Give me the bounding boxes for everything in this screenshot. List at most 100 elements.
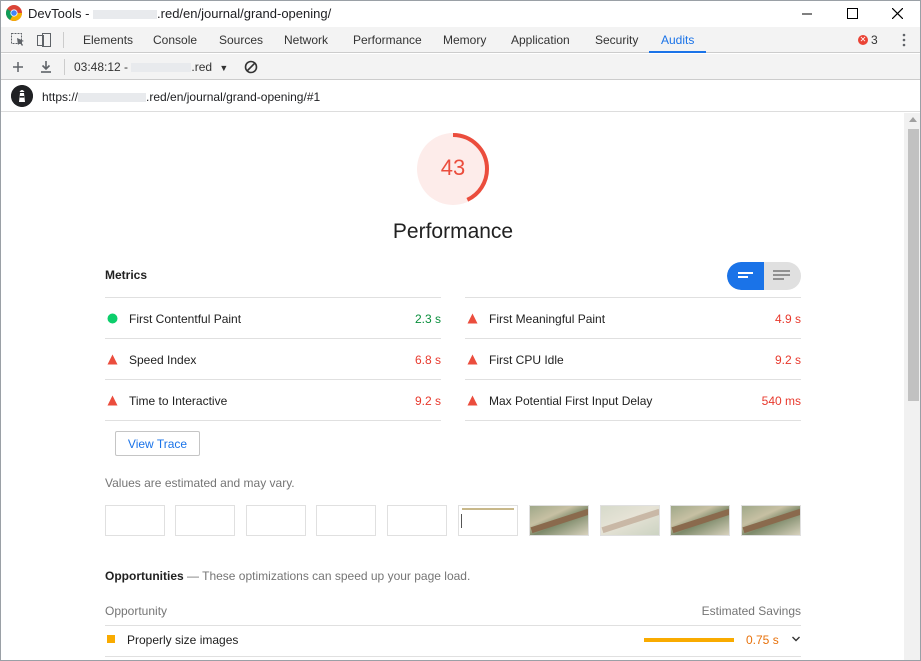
- filmstrip-frame: [105, 505, 165, 536]
- close-icon: [891, 8, 903, 19]
- audit-time-suffix: .red: [191, 60, 213, 74]
- window-title: DevTools - .red/en/journal/grand-opening…: [28, 6, 331, 21]
- filmstrip-frame: [175, 505, 235, 536]
- metric-label: First CPU Idle: [489, 353, 564, 367]
- redacted-host: [78, 93, 147, 103]
- red-triangle-icon: [467, 354, 478, 365]
- url-prefix: https://: [42, 90, 79, 104]
- report-scrollbar[interactable]: [904, 113, 920, 660]
- dropdown-arrow-icon: ▼: [219, 63, 229, 73]
- opportunity-label[interactable]: Properly size images: [127, 633, 238, 647]
- metric-value: 9.2 s: [774, 353, 801, 367]
- metric-label: Time to Interactive: [129, 394, 228, 408]
- metric-value: 2.3 s: [414, 312, 441, 326]
- tab-network[interactable]: Network: [284, 33, 328, 47]
- savings-bar: [644, 638, 734, 642]
- audits-toolbar: 03:48:12 - .red ▼: [1, 54, 920, 80]
- inspect-element-icon[interactable]: [10, 32, 26, 48]
- savings-value: 0.75 s: [746, 633, 779, 647]
- metric-max-potential-fid: Max Potential First Input Delay 540 ms: [465, 379, 801, 420]
- tab-security[interactable]: Security: [595, 33, 638, 47]
- tab-memory[interactable]: Memory: [443, 33, 486, 47]
- opportunities-header: Opportunities — These optimizations can …: [105, 569, 470, 583]
- minimize-button[interactable]: [784, 1, 830, 26]
- filmstrip-frame: [316, 505, 376, 536]
- new-audit-icon[interactable]: [10, 59, 26, 75]
- download-report-icon[interactable]: [38, 59, 54, 75]
- close-window-button[interactable]: [874, 1, 920, 26]
- opportunities-heading: Opportunities: [105, 569, 184, 583]
- toggle-detailed-view[interactable]: [764, 262, 801, 290]
- window-title-suffix: .red/en/journal/grand-opening/: [157, 6, 332, 21]
- tab-performance[interactable]: Performance: [353, 33, 422, 47]
- lighthouse-logo-icon: [11, 85, 33, 107]
- audit-report: 43 Performance Metrics First Contentful …: [1, 113, 904, 660]
- maximize-icon: [846, 8, 858, 19]
- redacted-host: [93, 10, 158, 20]
- opportunities-subtitle: — These optimizations can speed up your …: [183, 569, 471, 583]
- red-triangle-icon: [107, 354, 118, 365]
- scroll-up-icon[interactable]: [909, 117, 917, 122]
- red-triangle-icon: [107, 395, 118, 406]
- tab-sources[interactable]: Sources: [219, 33, 263, 47]
- title-bar: DevTools - .red/en/journal/grand-opening…: [1, 1, 920, 26]
- scrollbar-thumb[interactable]: [908, 129, 919, 401]
- metrics-divider: [105, 420, 441, 421]
- filmstrip-frame: [741, 505, 801, 536]
- metrics-divider: [465, 420, 801, 421]
- error-counter[interactable]: ✕ 3: [858, 33, 878, 47]
- metric-speed-index: Speed Index 6.8 s: [105, 338, 441, 379]
- metric-label: First Contentful Paint: [129, 312, 242, 326]
- redacted-host: [131, 63, 192, 73]
- report-url: https:// .red/en/journal/grand-opening/#1: [42, 90, 320, 104]
- tab-audits[interactable]: Audits: [661, 33, 694, 47]
- report-url-bar: https:// .red/en/journal/grand-opening/#1: [1, 81, 920, 112]
- more-options-icon[interactable]: [902, 33, 906, 47]
- filmstrip-frame: [387, 505, 447, 536]
- category-title: Performance: [392, 220, 514, 243]
- url-suffix: .red/en/journal/grand-opening/#1: [146, 90, 321, 104]
- opportunities-divider: [105, 656, 801, 657]
- filmstrip-frame: [458, 505, 518, 536]
- maximize-button[interactable]: [829, 1, 875, 26]
- audit-time-prefix: 03:48:12 -: [74, 60, 132, 74]
- metric-first-contentful-paint: First Contentful Paint 2.3 s: [105, 297, 441, 338]
- tab-application[interactable]: Application: [511, 33, 570, 47]
- toolbar-divider: [64, 59, 65, 75]
- green-circle-icon: [107, 313, 118, 324]
- minimize-icon: [802, 13, 812, 14]
- audit-report-select[interactable]: 03:48:12 - .red ▼: [74, 60, 228, 74]
- metric-value: 9.2 s: [414, 394, 441, 408]
- metric-label: First Meaningful Paint: [489, 312, 606, 326]
- filmstrip-frame: [529, 505, 589, 536]
- tab-elements[interactable]: Elements: [83, 33, 133, 47]
- performance-score: 43: [440, 155, 466, 180]
- metric-value: 540 ms: [761, 394, 801, 408]
- metrics-view-toggle[interactable]: [727, 262, 801, 290]
- metric-first-meaningful-paint: First Meaningful Paint 4.9 s: [465, 297, 801, 338]
- metric-time-to-interactive: Time to Interactive 9.2 s: [105, 379, 441, 420]
- metric-label: Max Potential First Input Delay: [489, 394, 653, 408]
- device-toolbar-icon[interactable]: [36, 32, 52, 48]
- red-triangle-icon: [467, 395, 478, 406]
- toolbar-divider: [63, 32, 64, 48]
- view-trace-button[interactable]: View Trace: [115, 431, 200, 456]
- red-triangle-icon: [467, 313, 478, 324]
- clear-all-icon[interactable]: [243, 59, 259, 75]
- devtools-tab-bar: Elements Console Sources Network Perform…: [1, 27, 920, 53]
- opportunities-divider: [105, 625, 801, 626]
- estimate-note: Values are estimated and may vary.: [105, 476, 295, 490]
- chevron-down-icon[interactable]: [791, 634, 801, 644]
- devtools-window: DevTools - .red/en/journal/grand-opening…: [0, 0, 921, 661]
- savings-column-header: Estimated Savings: [701, 604, 801, 618]
- error-icon: ✕: [858, 35, 868, 45]
- orange-square-icon: [107, 635, 115, 643]
- chrome-logo-icon: [6, 5, 22, 21]
- error-count: 3: [871, 33, 878, 47]
- filmstrip-frame: [246, 505, 306, 536]
- toggle-summary-view[interactable]: [727, 262, 764, 290]
- metrics-heading: Metrics: [105, 268, 148, 282]
- tab-console[interactable]: Console: [153, 33, 197, 47]
- filmstrip-frame: [600, 505, 660, 536]
- opportunity-column-header: Opportunity: [105, 604, 168, 618]
